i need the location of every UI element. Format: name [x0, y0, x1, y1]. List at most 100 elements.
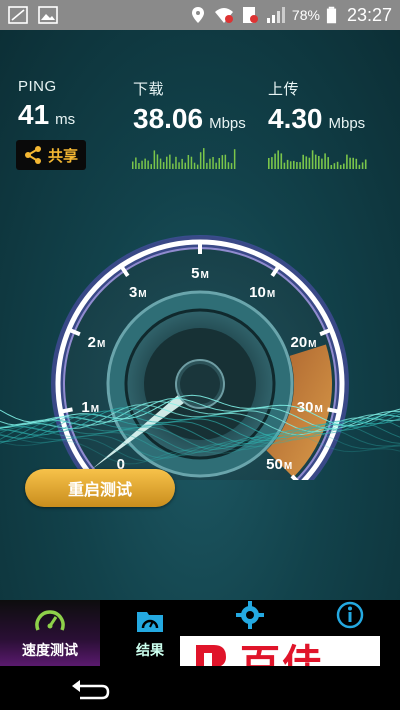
sparkline-bar: [364, 159, 367, 169]
download-metric: 下载 38.06 Mbps: [133, 78, 246, 135]
sparkline-bar: [178, 162, 180, 169]
status-clock: 23:27: [346, 4, 392, 25]
sparkline-bar: [147, 160, 149, 169]
sparkline-bar: [346, 154, 348, 169]
ping-value: 41: [18, 99, 50, 130]
upload-sparkline: [268, 150, 367, 169]
tab-results-label: 结果: [136, 642, 164, 658]
back-icon[interactable]: [70, 676, 110, 700]
sparkline-bar: [314, 154, 317, 169]
speedometer-icon: [35, 610, 65, 631]
sparkline-bar: [212, 157, 214, 169]
ping-unit: ms: [55, 111, 76, 128]
restart-test-button[interactable]: 重启测试: [25, 469, 175, 507]
download-unit: Mbps: [209, 115, 246, 132]
ping-label: PING: [18, 78, 57, 95]
sparkline-bar: [224, 154, 227, 169]
sparkline-bar: [321, 158, 323, 169]
sparkline-bar: [169, 154, 171, 169]
sparkline-bar: [302, 154, 304, 169]
sparkline-bar: [138, 163, 140, 169]
sparkline-bar: [305, 156, 308, 169]
battery-icon: [326, 6, 337, 24]
sparkline-bar: [199, 152, 202, 169]
sparkline-bar: [299, 162, 301, 169]
sparkline-bar: [172, 163, 174, 169]
tab-speed-test[interactable]: 速度测试: [0, 600, 100, 666]
sparkline-bar: [150, 164, 152, 169]
sparkline-bar: [361, 162, 364, 169]
sparkline-bar: [283, 162, 286, 169]
sparkline-bar: [336, 161, 339, 169]
sparkline-bar: [196, 164, 199, 169]
sparkline-bar: [293, 160, 295, 169]
sparkline-bar: [184, 162, 186, 169]
status-bar: 78% 23:27: [0, 0, 400, 30]
share-icon: [24, 146, 41, 164]
signal-image-notification-icon: [8, 6, 28, 24]
battery-percent: 78%: [291, 7, 320, 23]
sparkline-bar: [311, 150, 314, 169]
sparkline-bar: [274, 153, 276, 169]
sparkline-bar: [166, 156, 168, 169]
share-button[interactable]: 共享: [16, 140, 86, 170]
sparkline-bar: [333, 163, 336, 169]
upload-label: 上传: [268, 81, 300, 98]
sparkline-bar: [206, 162, 208, 169]
location-icon: [191, 7, 204, 23]
download-label: 下载: [133, 81, 165, 98]
wave-line: [0, 417, 400, 450]
sparkline-bar: [215, 162, 217, 169]
gear-icon: [236, 601, 264, 629]
speedtest-main: PING 41 ms 下载 38.06 Mbps 上传 4.30 Mbps 共享: [0, 30, 400, 600]
sparkline-bar: [289, 161, 292, 169]
sparkline-bar: [135, 157, 137, 169]
sparkline-bar: [221, 155, 224, 169]
gallery-icon: [38, 6, 58, 24]
upload-metric: 上传 4.30 Mbps: [268, 78, 365, 135]
sparkline-bar: [159, 158, 162, 169]
wave-line: [0, 432, 400, 465]
sparkline-bar: [268, 158, 270, 169]
download-value: 38.06: [133, 103, 204, 134]
sparkline-bar: [227, 162, 230, 169]
upload-unit: Mbps: [328, 115, 366, 132]
share-label: 共享: [47, 147, 78, 165]
sparkline-bar: [352, 157, 354, 169]
wave-decoration: [0, 394, 400, 465]
sparkline-bar: [144, 158, 146, 169]
tab-speed-test-label: 速度测试: [22, 642, 78, 658]
cell-signal-icon: [266, 7, 285, 23]
sparkline-bar: [271, 157, 273, 169]
sparkline-bar: [181, 158, 183, 169]
ping-metric: PING 41 ms: [18, 78, 75, 131]
sparkline-bar: [233, 149, 236, 169]
info-icon: [336, 601, 364, 629]
sparkline-bar: [286, 159, 289, 169]
sparkline-bar: [209, 158, 211, 169]
sparkline-bar: [187, 155, 190, 169]
sparkline-bar: [339, 164, 342, 169]
sparkline-bar: [308, 157, 311, 169]
sparkline-bar: [132, 161, 134, 169]
sparkline-bar: [193, 162, 196, 169]
sparkline-bar: [318, 156, 320, 169]
sparkline-bar: [343, 163, 345, 169]
sim-icon: [242, 7, 258, 23]
sparkline-bar: [327, 157, 329, 169]
sparkline-bar: [296, 162, 298, 169]
sparkline-bar: [156, 154, 159, 169]
sparkline-bar: [355, 158, 358, 169]
sparkline-bar: [230, 163, 233, 169]
sparkline-bar: [190, 156, 193, 169]
sparkline-bar: [280, 153, 283, 169]
sparkline-bar: [349, 157, 351, 169]
sparkline-bar: [175, 156, 177, 169]
sparkline-bar: [218, 158, 220, 169]
wifi-icon: [214, 8, 233, 23]
download-sparkline: [132, 148, 236, 169]
restart-test-label: 重启测试: [67, 482, 132, 499]
upload-value: 4.30: [268, 103, 323, 134]
sparkline-bar: [153, 150, 156, 169]
sparkline-bar: [277, 150, 279, 169]
